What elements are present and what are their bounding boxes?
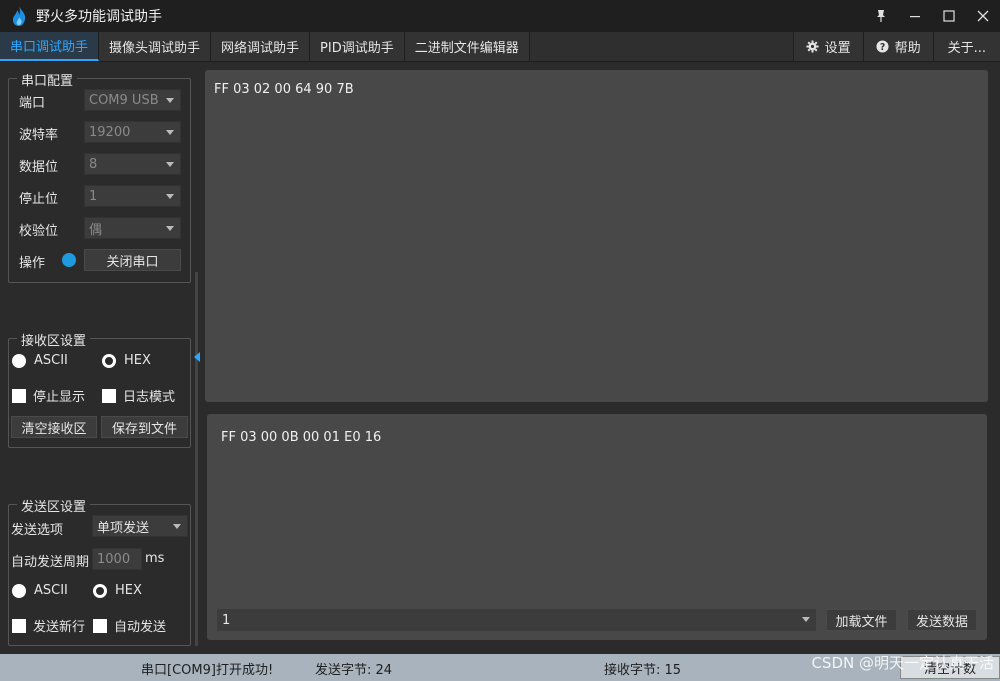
tab-bar: 串口调试助手 摄像头调试助手 网络调试助手 PID调试助手 二进制文件编辑器 设… bbox=[0, 32, 1000, 62]
send-panel: FF 03 00 0B 00 01 E0 16 1 加载文件 发送数据 bbox=[207, 414, 987, 640]
chevron-down-icon bbox=[166, 98, 174, 103]
chevron-down-icon bbox=[166, 226, 174, 231]
port-status-led bbox=[62, 253, 76, 267]
app-logo-icon bbox=[12, 6, 26, 26]
databits-label: 数据位 bbox=[19, 160, 59, 175]
stopbits-label: 停止位 bbox=[19, 192, 59, 207]
receive-text: FF 03 02 00 64 90 7B bbox=[214, 82, 354, 97]
chevron-down-icon bbox=[802, 617, 810, 622]
help-button[interactable]: ? 帮助 bbox=[862, 32, 933, 61]
send-history-value: 1 bbox=[222, 612, 231, 628]
auto-send-label: 自动发送 bbox=[114, 620, 167, 635]
recv-hex-label: HEX bbox=[124, 353, 151, 368]
port-select[interactable]: COM9 USB bbox=[84, 89, 181, 111]
port-value: COM9 USB bbox=[89, 92, 159, 108]
maximize-icon[interactable] bbox=[932, 0, 966, 32]
receive-text-area[interactable]: FF 03 02 00 64 90 7B bbox=[205, 70, 988, 402]
send-data-button[interactable]: 发送数据 bbox=[907, 609, 977, 631]
send-history-select[interactable]: 1 bbox=[217, 609, 816, 631]
chevron-down-icon bbox=[173, 524, 181, 529]
settings-label: 设置 bbox=[824, 41, 851, 56]
close-port-button[interactable]: 关闭串口 bbox=[84, 249, 181, 271]
auto-period-value: 1000 bbox=[97, 551, 131, 567]
parity-select[interactable]: 偶 bbox=[84, 217, 181, 239]
collapse-left-icon[interactable] bbox=[194, 352, 200, 362]
svg-text:?: ? bbox=[879, 42, 884, 53]
tab-camera-debug[interactable]: 摄像头调试助手 bbox=[99, 32, 212, 61]
close-icon[interactable] bbox=[966, 0, 1000, 32]
send-hex-radio[interactable] bbox=[93, 583, 107, 598]
send-option-value: 单项发送 bbox=[97, 520, 150, 536]
send-newline-option[interactable]: 发送新行 bbox=[12, 616, 85, 635]
auto-period-input[interactable]: 1000 bbox=[92, 548, 142, 570]
parity-label: 校验位 bbox=[19, 224, 59, 239]
watermark: CSDN @明天一定认真干活 bbox=[811, 654, 994, 672]
recv-ascii-radio[interactable] bbox=[12, 353, 26, 368]
sent-bytes-count: 发送字节: 24 bbox=[315, 663, 393, 678]
serial-config-title: 串口配置 bbox=[17, 70, 78, 89]
baud-value: 19200 bbox=[89, 124, 131, 140]
tab-pid-debug[interactable]: PID调试助手 bbox=[310, 32, 405, 61]
stop-display-option[interactable]: 停止显示 bbox=[12, 386, 85, 405]
auto-send-option[interactable]: 自动发送 bbox=[93, 616, 166, 635]
send-settings-title: 发送区设置 bbox=[17, 496, 91, 515]
settings-button[interactable]: 设置 bbox=[792, 32, 863, 61]
stopbits-value: 1 bbox=[89, 188, 98, 204]
auto-period-label: 自动发送周期 bbox=[11, 555, 90, 570]
baud-select[interactable]: 19200 bbox=[84, 121, 181, 143]
minimize-icon[interactable] bbox=[898, 0, 932, 32]
send-hex-option[interactable]: HEX bbox=[93, 583, 142, 598]
chevron-down-icon bbox=[166, 130, 174, 135]
title-bar: 野火多功能调试助手 bbox=[0, 0, 1000, 32]
log-mode-option[interactable]: 日志模式 bbox=[102, 386, 175, 405]
send-newline-checkbox[interactable] bbox=[12, 618, 26, 633]
auto-send-checkbox[interactable] bbox=[93, 618, 107, 633]
received-bytes-count: 接收字节: 15 bbox=[604, 663, 682, 678]
tab-network-debug[interactable]: 网络调试助手 bbox=[211, 32, 311, 61]
clear-receive-button[interactable]: 清空接收区 bbox=[11, 416, 97, 438]
tab-binary-editor[interactable]: 二进制文件编辑器 bbox=[404, 32, 530, 61]
save-to-file-button[interactable]: 保存到文件 bbox=[101, 416, 188, 438]
send-ascii-label: ASCII bbox=[34, 583, 68, 598]
panel-splitter[interactable] bbox=[195, 272, 198, 646]
stop-display-label: 停止显示 bbox=[33, 390, 86, 405]
chevron-down-icon bbox=[166, 162, 174, 167]
stopbits-select[interactable]: 1 bbox=[84, 185, 181, 207]
load-file-button[interactable]: 加载文件 bbox=[826, 609, 897, 631]
period-unit: ms bbox=[145, 551, 165, 566]
send-hex-label: HEX bbox=[115, 583, 142, 598]
chevron-down-icon bbox=[166, 194, 174, 199]
about-button[interactable]: 关于... bbox=[932, 32, 1000, 61]
help-label: 帮助 bbox=[894, 41, 921, 56]
parity-value: 偶 bbox=[89, 222, 103, 238]
send-option-select[interactable]: 单项发送 bbox=[92, 515, 188, 537]
window-controls bbox=[864, 0, 1000, 32]
recv-hex-radio[interactable] bbox=[102, 353, 116, 368]
send-ascii-option[interactable]: ASCII bbox=[12, 583, 68, 598]
databits-value: 8 bbox=[89, 156, 98, 172]
recv-hex-option[interactable]: HEX bbox=[102, 353, 151, 368]
receive-settings-title: 接收区设置 bbox=[17, 330, 91, 349]
baud-label: 波特率 bbox=[19, 128, 59, 143]
send-ascii-radio[interactable] bbox=[12, 583, 26, 598]
tab-serial-debug[interactable]: 串口调试助手 bbox=[0, 32, 100, 61]
databits-select[interactable]: 8 bbox=[84, 153, 181, 175]
operation-label: 操作 bbox=[19, 256, 46, 271]
status-message: 串口[COM9]打开成功! bbox=[141, 663, 274, 678]
port-label: 端口 bbox=[19, 96, 46, 111]
log-mode-label: 日志模式 bbox=[123, 390, 176, 405]
send-option-label: 发送选项 bbox=[11, 523, 64, 538]
recv-ascii-option[interactable]: ASCII bbox=[12, 353, 68, 368]
gear-icon bbox=[806, 40, 819, 53]
window-title: 野火多功能调试助手 bbox=[36, 9, 162, 25]
pin-icon[interactable] bbox=[864, 0, 898, 32]
help-icon: ? bbox=[876, 40, 889, 53]
log-mode-checkbox[interactable] bbox=[102, 388, 116, 403]
send-newline-label: 发送新行 bbox=[33, 620, 86, 635]
send-text-input[interactable]: FF 03 00 0B 00 01 E0 16 bbox=[221, 430, 381, 445]
recv-ascii-label: ASCII bbox=[34, 353, 68, 368]
stop-display-checkbox[interactable] bbox=[12, 388, 26, 403]
